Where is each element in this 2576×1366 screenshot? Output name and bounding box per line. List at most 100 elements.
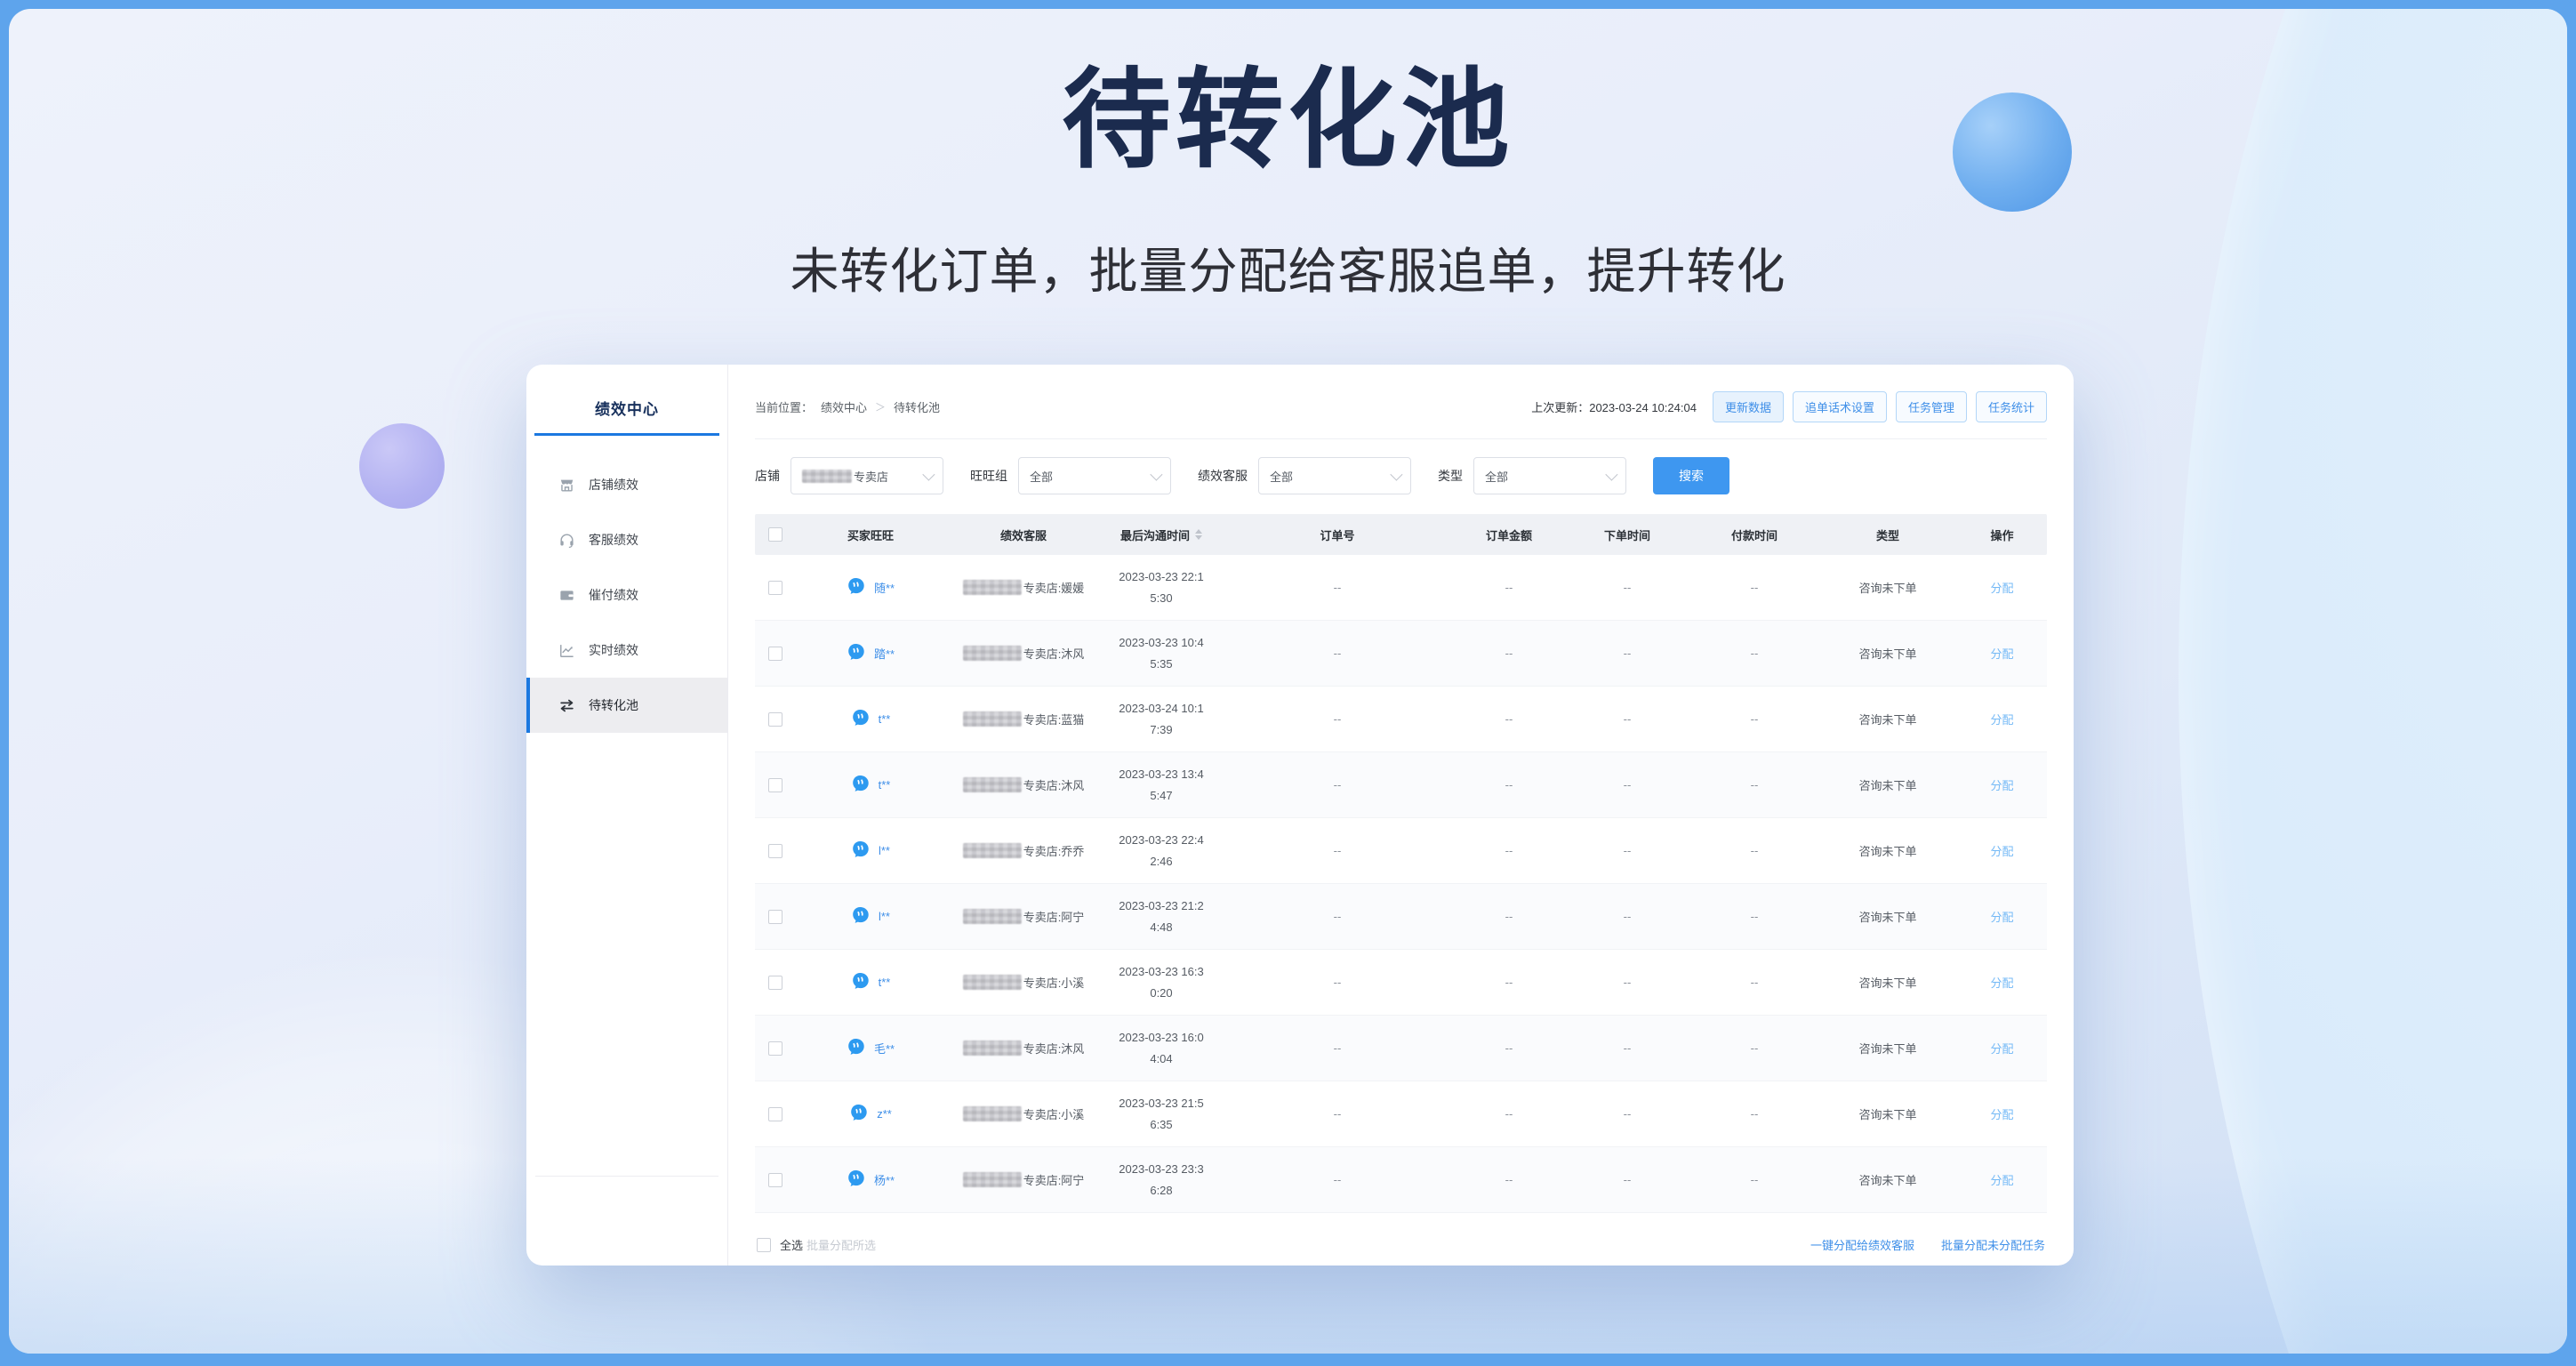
last-contact-time: 2023-03-23 16:30:20 bbox=[1117, 961, 1206, 1003]
censored-text bbox=[963, 843, 1022, 858]
assign-to-agents-link[interactable]: 一键分配给绩效客服 bbox=[1810, 1236, 1914, 1253]
order-amount-cell: -- bbox=[1454, 976, 1564, 989]
batch-assign-unassigned-link[interactable]: 批量分配未分配任务 bbox=[1941, 1236, 2045, 1253]
filter-select-type[interactable]: 全部 bbox=[1473, 457, 1626, 494]
assign-link[interactable]: 分配 bbox=[1990, 974, 2013, 991]
table-row: t**专卖店:沐风2023-03-23 13:45:47--------咨询未下… bbox=[755, 752, 2047, 818]
type-value: 咨询未下单 bbox=[1858, 842, 1916, 859]
column-header-label: 类型 bbox=[1876, 526, 1899, 543]
header-checkbox[interactable] bbox=[768, 527, 782, 542]
table-row: 踏**专卖店:沐风2023-03-23 10:45:35--------咨询未下… bbox=[755, 621, 2047, 687]
buyer-link[interactable]: t** bbox=[851, 774, 891, 796]
agent-cell: 专卖店:小溪 bbox=[945, 974, 1102, 991]
agent-cell: 专卖店:沐风 bbox=[945, 776, 1102, 793]
buyer-cell: t** bbox=[796, 774, 945, 796]
order-no-cell-value: -- bbox=[1334, 1041, 1342, 1055]
filter-group-type: 类型全部 bbox=[1438, 457, 1626, 494]
search-button[interactable]: 搜索 bbox=[1653, 457, 1729, 494]
sort-icon[interactable] bbox=[1195, 529, 1202, 540]
task-management-button[interactable]: 任务管理 bbox=[1896, 391, 1967, 422]
order-amount-cell-value: -- bbox=[1505, 712, 1513, 726]
censored-text bbox=[963, 580, 1022, 595]
buyer-name: t** bbox=[879, 976, 891, 989]
assign-link[interactable]: 分配 bbox=[1990, 645, 2013, 662]
row-checkbox[interactable] bbox=[768, 910, 782, 924]
filter-select-shop[interactable]: 专卖店 bbox=[790, 457, 943, 494]
wangwang-icon bbox=[849, 1103, 869, 1125]
wangwang-icon bbox=[847, 576, 866, 599]
assign-link[interactable]: 分配 bbox=[1990, 579, 2013, 596]
sidebar-item-realtime-performance[interactable]: 实时绩效 bbox=[526, 623, 727, 678]
order-no-cell: -- bbox=[1221, 1107, 1454, 1121]
order-amount-cell-value: -- bbox=[1505, 1107, 1513, 1121]
follow-up-script-settings-button[interactable]: 追单话术设置 bbox=[1793, 391, 1887, 422]
column-header: 订单号 bbox=[1221, 526, 1454, 543]
sidebar-item-payment-performance[interactable]: 催付绩效 bbox=[526, 567, 727, 623]
buyer-link[interactable]: t** bbox=[851, 708, 891, 730]
pay-time-cell-value: -- bbox=[1751, 647, 1759, 660]
assign-link[interactable]: 分配 bbox=[1990, 908, 2013, 925]
buyer-link[interactable]: z** bbox=[849, 1103, 892, 1125]
assign-link[interactable]: 分配 bbox=[1990, 776, 2013, 793]
pay-time-cell-value: -- bbox=[1751, 581, 1759, 594]
breadcrumb-parent[interactable]: 绩效中心 bbox=[821, 398, 867, 415]
refresh-data-button[interactable]: 更新数据 bbox=[1713, 391, 1784, 422]
column-header[interactable]: 最后沟通时间 bbox=[1102, 526, 1221, 543]
sidebar-item-service-performance[interactable]: 客服绩效 bbox=[526, 512, 727, 567]
assign-link[interactable]: 分配 bbox=[1990, 711, 2013, 727]
buyer-link[interactable]: 杨** bbox=[847, 1169, 895, 1191]
order-amount-cell: -- bbox=[1454, 647, 1564, 660]
filter-select-service-agent[interactable]: 全部 bbox=[1258, 457, 1411, 494]
row-checkbox[interactable] bbox=[768, 1173, 782, 1187]
order-no-cell: -- bbox=[1221, 844, 1454, 857]
order-time-cell: -- bbox=[1564, 1041, 1690, 1055]
select-all-checkbox[interactable] bbox=[757, 1238, 771, 1252]
select-all-label[interactable]: 全选 bbox=[780, 1236, 803, 1253]
buyer-link[interactable]: t** bbox=[851, 971, 891, 993]
last-contact-cell: 2023-03-23 21:24:48 bbox=[1102, 896, 1221, 937]
row-checkbox[interactable] bbox=[768, 1041, 782, 1056]
buyer-link[interactable]: l** bbox=[851, 840, 890, 862]
row-checkbox[interactable] bbox=[768, 1107, 782, 1121]
row-checkbox-cell bbox=[755, 1107, 796, 1121]
chevron-down-icon bbox=[1150, 469, 1162, 481]
sidebar-item-shop-performance[interactable]: 店铺绩效 bbox=[526, 457, 727, 512]
filter-group-shop: 店铺专卖店 bbox=[755, 457, 943, 494]
buyer-link[interactable]: 毛** bbox=[847, 1037, 895, 1059]
filter-group-service-agent: 绩效客服全部 bbox=[1198, 457, 1411, 494]
agent-name: 专卖店:媛媛 bbox=[1023, 579, 1085, 596]
row-checkbox[interactable] bbox=[768, 778, 782, 792]
order-amount-cell: -- bbox=[1454, 1041, 1564, 1055]
row-checkbox[interactable] bbox=[768, 581, 782, 595]
row-checkbox[interactable] bbox=[768, 712, 782, 727]
type-value: 咨询未下单 bbox=[1858, 579, 1916, 596]
filter-label-wangwang-group: 旺旺组 bbox=[970, 467, 1007, 485]
buyer-link[interactable]: 踏** bbox=[847, 642, 895, 664]
row-checkbox[interactable] bbox=[768, 647, 782, 661]
censored-text bbox=[963, 909, 1022, 924]
type-cell: 咨询未下单 bbox=[1818, 1171, 1957, 1188]
last-contact-time: 2023-03-23 10:45:35 bbox=[1117, 632, 1206, 674]
assign-link[interactable]: 分配 bbox=[1990, 1171, 2013, 1188]
sidebar: 绩效中心 店铺绩效客服绩效催付绩效实时绩效待转化池 bbox=[526, 365, 728, 1266]
row-checkbox[interactable] bbox=[768, 976, 782, 990]
batch-assign-selected[interactable]: 批量分配所选 bbox=[807, 1236, 876, 1253]
row-checkbox[interactable] bbox=[768, 844, 782, 858]
order-amount-cell: -- bbox=[1454, 778, 1564, 791]
filter-select-wangwang-group[interactable]: 全部 bbox=[1018, 457, 1171, 494]
column-header-label: 付款时间 bbox=[1731, 526, 1778, 543]
buyer-cell: z** bbox=[796, 1103, 945, 1125]
order-time-cell-value: -- bbox=[1624, 1107, 1632, 1121]
task-statistics-button[interactable]: 任务统计 bbox=[1976, 391, 2047, 422]
buyer-cell: t** bbox=[796, 971, 945, 993]
filter-value-text: 全部 bbox=[1270, 468, 1293, 485]
sidebar-item-conversion-pool[interactable]: 待转化池 bbox=[526, 678, 727, 733]
assign-link[interactable]: 分配 bbox=[1990, 1105, 2013, 1122]
assign-link[interactable]: 分配 bbox=[1990, 1040, 2013, 1057]
header-checkbox-cell[interactable] bbox=[755, 527, 796, 542]
buyer-link[interactable]: 随** bbox=[847, 576, 895, 599]
buyer-link[interactable]: l** bbox=[851, 905, 890, 928]
last-contact-time: 2023-03-23 13:45:47 bbox=[1117, 764, 1206, 806]
last-update-time: 2023-03-24 10:24:04 bbox=[1589, 401, 1697, 414]
assign-link[interactable]: 分配 bbox=[1990, 842, 2013, 859]
